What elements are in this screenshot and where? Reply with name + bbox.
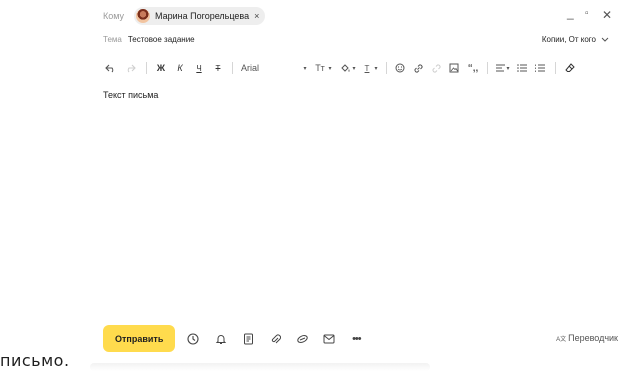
message-body[interactable]: Текст письма	[103, 90, 158, 100]
formatting-toolbar: Ж К Ч Т Arial ▾ Тт ▾ ▾ Т ▾ “,, ▾	[103, 60, 576, 76]
caret-down-icon[interactable]: ▾	[301, 60, 309, 76]
undo-icon[interactable]	[103, 60, 117, 76]
font-size-button[interactable]: Тт	[313, 60, 327, 76]
clock-icon[interactable]	[185, 331, 201, 347]
subject-row[interactable]: Тема Тестовое задание	[103, 35, 195, 44]
bulleted-list-icon[interactable]	[516, 60, 528, 76]
clear-format-icon[interactable]	[564, 60, 576, 76]
toolbar-divider	[555, 62, 556, 74]
translator-label: Переводчик	[568, 333, 618, 343]
caret-down-icon[interactable]: ▾	[505, 60, 511, 76]
numbered-list-icon[interactable]	[534, 60, 546, 76]
copies-label: Копии, От кого	[541, 35, 596, 44]
restore-icon[interactable]: ▫	[585, 8, 589, 19]
underline-button[interactable]: Ч	[193, 60, 205, 76]
more-icon[interactable]: •••	[348, 331, 364, 347]
compose-footer: Отправить •••	[103, 325, 364, 352]
quote-icon[interactable]: “,,	[466, 60, 480, 76]
text-color-button[interactable]: Т	[362, 60, 372, 76]
caret-down-icon[interactable]: ▾	[372, 60, 380, 76]
fill-color-icon[interactable]	[339, 60, 351, 76]
toolbar-divider	[232, 62, 233, 74]
align-icon[interactable]	[495, 60, 505, 76]
overlay-text: письмо.	[0, 351, 70, 370]
font-family-select[interactable]: Arial	[241, 60, 301, 76]
font-family-value: Arial	[241, 63, 260, 73]
translate-icon: A文	[556, 336, 567, 343]
subject-label: Тема	[103, 35, 122, 44]
send-label: Отправить	[115, 333, 164, 344]
remove-recipient-icon[interactable]: ×	[254, 11, 259, 21]
popup-shadow	[90, 363, 430, 371]
template-icon[interactable]	[240, 331, 256, 347]
close-icon[interactable]: ✕	[602, 8, 612, 22]
send-button[interactable]: Отправить	[103, 325, 176, 352]
attachment-icon[interactable]	[267, 331, 283, 347]
to-row: Кому Марина Погорельцева ×	[103, 7, 266, 25]
toolbar-divider	[146, 62, 147, 74]
envelope-icon[interactable]	[321, 331, 337, 347]
strikethrough-button[interactable]: Т	[212, 60, 224, 76]
recipient-chip[interactable]: Марина Погорельцева ×	[134, 7, 266, 25]
minimize-icon[interactable]: _	[567, 6, 574, 20]
redo-icon[interactable]	[123, 60, 137, 76]
cloud-attach-icon[interactable]	[294, 331, 310, 347]
italic-button[interactable]: К	[174, 60, 186, 76]
toolbar-divider	[386, 62, 387, 74]
caret-down-icon[interactable]: ▾	[327, 60, 333, 76]
chevron-down-icon	[601, 37, 609, 42]
recipient-name: Марина Погорельцева	[155, 11, 250, 21]
image-icon[interactable]	[448, 60, 460, 76]
translator-button[interactable]: A文 Переводчик	[556, 333, 618, 343]
unlink-icon[interactable]	[430, 60, 442, 76]
caret-down-icon[interactable]: ▾	[351, 60, 357, 76]
bell-icon[interactable]	[213, 331, 229, 347]
link-icon[interactable]	[412, 60, 424, 76]
subject-input[interactable]: Тестовое задание	[128, 35, 195, 44]
copies-from-toggle[interactable]: Копии, От кого	[542, 35, 609, 44]
bold-button[interactable]: Ж	[155, 60, 167, 76]
emoji-icon[interactable]	[394, 60, 406, 76]
to-label: Кому	[103, 11, 125, 21]
toolbar-divider	[487, 62, 488, 74]
avatar	[136, 9, 151, 23]
